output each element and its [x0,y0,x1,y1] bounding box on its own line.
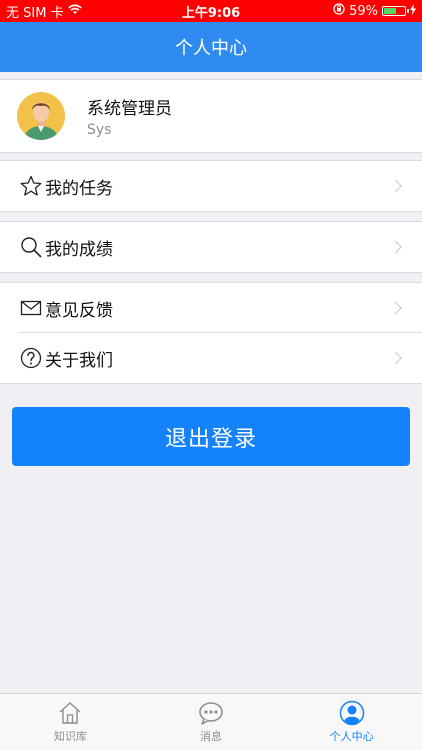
menu-item-feedback[interactable]: 意见反馈 [0,283,422,333]
menu-item-label: 我的任务 [45,178,113,199]
menu-item-label: 意见反馈 [45,300,113,321]
search-icon [20,236,42,258]
profile-card[interactable]: 系统管理员 Sys [0,79,422,153]
profile-username: Sys [87,122,112,138]
home-icon [57,700,83,726]
battery-icon [382,6,409,16]
tab-bar: 知识库 消息 个人中心 [0,693,422,750]
battery-percent: 59% [349,3,378,19]
tasks-group: 我的任务 [0,160,422,212]
chevron-right-icon [389,240,402,254]
star-icon [20,175,42,197]
menu-item-scores[interactable]: 我的成绩 [0,222,422,272]
tab-messages[interactable]: 消息 [141,694,282,750]
menu-item-label: 关于我们 [45,350,113,371]
user-icon [339,700,365,726]
chevron-right-icon [389,351,402,365]
chevron-right-icon [389,179,402,193]
tab-label: 知识库 [53,730,87,743]
menu-item-about[interactable]: 关于我们 [0,333,422,383]
page-title: 个人中心 [175,38,247,59]
tab-profile[interactable]: 个人中心 [281,694,422,750]
status-bar: 无 SIM 卡 上午9:06 59% [0,0,422,22]
message-icon [198,700,224,726]
carrier-label: 无 SIM 卡 [6,5,64,21]
chevron-right-icon [389,301,402,315]
charging-icon [410,3,416,19]
menu-item-label: 我的成绩 [45,239,113,260]
nav-bar: 个人中心 [0,22,422,72]
question-icon [20,347,42,369]
tab-knowledge[interactable]: 知识库 [0,694,141,750]
logout-button[interactable]: 退出登录 [12,407,410,466]
rotation-lock-icon [333,3,345,19]
tab-label: 消息 [200,730,222,743]
info-group: 意见反馈 关于我们 [0,282,422,384]
profile-name: 系统管理员 [87,99,172,119]
mail-icon [20,297,42,319]
tab-label: 个人中心 [329,730,374,743]
wifi-icon [67,4,82,19]
scores-group: 我的成绩 [0,221,422,273]
menu-item-tasks[interactable]: 我的任务 [0,161,422,211]
avatar [17,92,65,140]
